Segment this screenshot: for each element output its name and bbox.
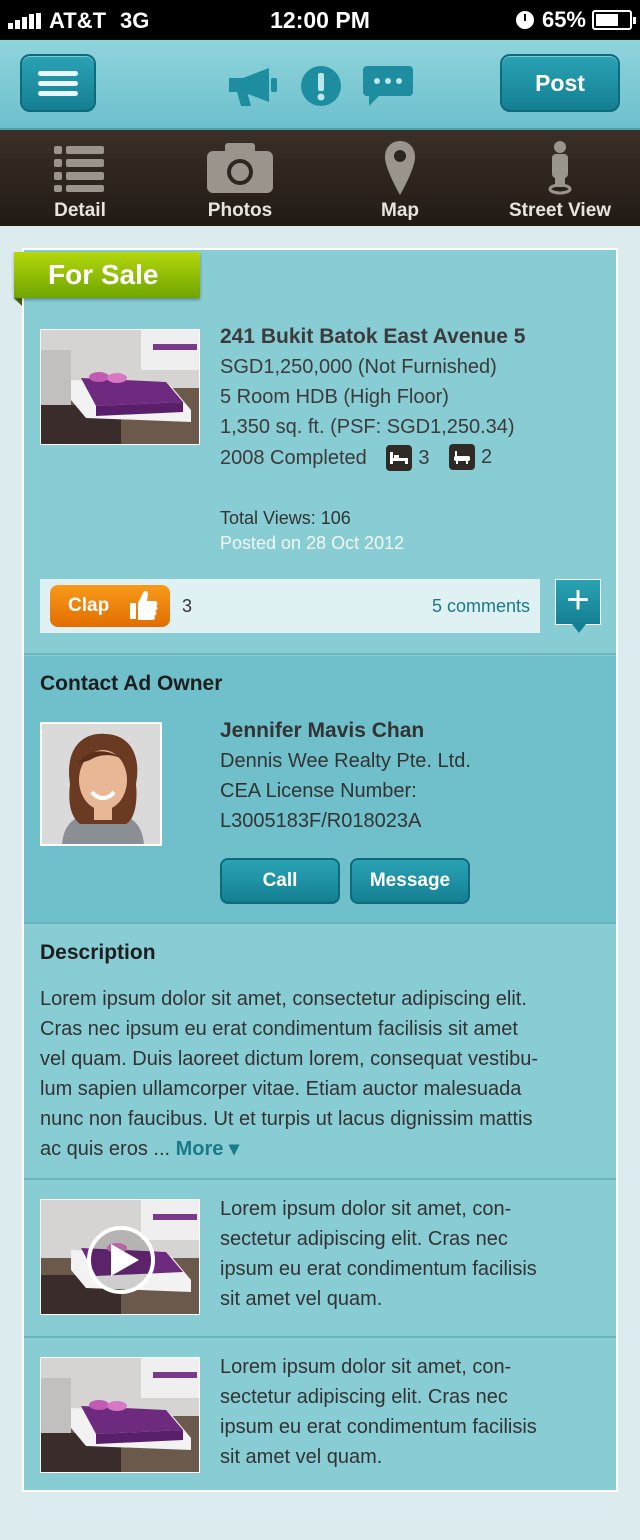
tab-detail[interactable]: Detail: [0, 130, 160, 226]
video-thumbnail[interactable]: [40, 1199, 200, 1315]
section-divider: [24, 653, 616, 655]
media-item-line: sectetur adipiscing elit. Cras nec: [220, 1386, 508, 1408]
section-divider: [24, 1336, 616, 1338]
menu-button[interactable]: [20, 54, 96, 112]
media-item-line: ipsum eu erat condimentum facilisis: [220, 1416, 537, 1438]
posted-date: Posted on 28 Oct 2012: [220, 533, 405, 553]
app-header: Post: [0, 40, 640, 130]
listing-completed: 2008 Completed: [220, 447, 367, 469]
play-icon[interactable]: [87, 1226, 155, 1294]
alert-icon[interactable]: [299, 64, 343, 113]
chat-bubble-icon[interactable]: [361, 64, 415, 113]
clap-button[interactable]: Clap: [50, 585, 170, 627]
listing-size: 1,350 sq. ft. (PSF: SGD1,250.34): [220, 416, 515, 438]
status-bar: AT&T 3G 12:00 PM 65%: [0, 0, 640, 40]
thumbs-up-icon: [130, 590, 158, 620]
media-item-line: Lorem ipsum dolor sit amet, con-: [220, 1198, 512, 1220]
for-sale-badge: For Sale: [14, 252, 200, 306]
owner-agency: Dennis Wee Realty Pte. Ltd.: [220, 750, 471, 772]
listing-stats: Total Views: 106 Posted on 28 Oct 2012: [220, 506, 404, 556]
avatar: [40, 722, 162, 846]
total-views: Total Views: 106: [220, 508, 351, 528]
section-divider: [24, 922, 616, 924]
media-item-line: Lorem ipsum dolor sit amet, con-: [220, 1356, 512, 1378]
battery-percent: 65%: [541, 7, 586, 32]
engagement-bar: Clap 3 5 comments: [40, 579, 540, 633]
more-link[interactable]: More ▾: [176, 1138, 239, 1160]
media-item-line: sit amet vel quam.: [220, 1288, 383, 1310]
description-line: Cras nec ipsum eu erat condimentum facil…: [40, 1018, 518, 1040]
message-button[interactable]: Message: [350, 858, 470, 904]
listing-address: 241 Bukit Batok East Avenue 5: [220, 325, 526, 348]
listing-completed-row: 2008 Completed 3 2: [220, 442, 525, 473]
alarm-clock-icon: [515, 11, 534, 29]
listing-type: 5 Room HDB (High Floor): [220, 386, 449, 408]
post-button[interactable]: Post: [500, 54, 620, 112]
photo-thumbnail[interactable]: [40, 1357, 200, 1473]
add-button[interactable]: +: [555, 579, 601, 633]
camera-icon: [207, 143, 273, 193]
media-item-line: sit amet vel quam.: [220, 1446, 383, 1468]
listing-price: SGD1,250,000 (Not Furnished): [220, 356, 497, 378]
clap-button-label: Clap: [68, 595, 110, 616]
clap-count: 3: [182, 596, 193, 616]
description-title: Description: [40, 941, 156, 964]
section-divider: [24, 1178, 616, 1180]
listing-info: 241 Bukit Batok East Avenue 5 SGD1,250,0…: [220, 322, 525, 473]
megaphone-icon[interactable]: [225, 64, 281, 113]
call-button[interactable]: Call: [220, 858, 340, 904]
description-text: Lorem ipsum dolor sit amet, consectetur …: [40, 984, 600, 1164]
tab-photos-label: Photos: [207, 200, 273, 221]
description-last-line: ac quis eros ... More ▾: [40, 1134, 600, 1164]
tab-street-view-label: Street View: [508, 200, 612, 221]
description-line: lum sapien ullamcorper vitae. Etiam auct…: [40, 1078, 522, 1100]
tab-photos[interactable]: Photos: [160, 130, 320, 226]
owner-info: Jennifer Mavis Chan Dennis Wee Realty Pt…: [220, 716, 471, 836]
license-label: CEA License Number:: [220, 780, 417, 802]
bedroom-count: 3: [418, 447, 430, 469]
owner-name: Jennifer Mavis Chan: [220, 719, 425, 742]
tab-detail-label: Detail: [54, 200, 106, 221]
bed-icon: [386, 445, 413, 471]
tab-map-label: Map: [381, 200, 419, 221]
pegman-icon: [548, 141, 572, 195]
detail-tab-bar: Detail Photos Map Street View: [0, 130, 640, 226]
description-line: vel quam. Duis laoreet dictum lorem, con…: [40, 1048, 539, 1070]
media-item-line: sectetur adipiscing elit. Cras nec: [220, 1228, 508, 1250]
map-pin-icon: [385, 141, 415, 195]
contact-section-title: Contact Ad Owner: [40, 672, 223, 695]
comments-link[interactable]: 5 comments: [432, 596, 530, 617]
list-icon: [54, 146, 104, 192]
description-line: ac quis eros ...: [40, 1138, 171, 1160]
media-item-line: ipsum eu erat condimentum facilisis: [220, 1258, 537, 1280]
description-line: Lorem ipsum dolor sit amet, consectetur …: [40, 988, 527, 1010]
tab-map[interactable]: Map: [320, 130, 480, 226]
media-item-text: Lorem ipsum dolor sit amet, con- sectetu…: [220, 1194, 590, 1314]
bathtub-icon: [449, 444, 476, 470]
battery-icon: [592, 10, 636, 30]
listing-photo[interactable]: [40, 329, 200, 445]
license-number: L3005183F/R018023A: [220, 810, 422, 832]
media-item-text: Lorem ipsum dolor sit amet, con- sectetu…: [220, 1352, 590, 1472]
bathroom-count: 2: [481, 446, 493, 468]
tab-street-view[interactable]: Street View: [480, 130, 640, 226]
description-line: nunc non faucibus. Ut et turpis ut lacus…: [40, 1108, 533, 1130]
